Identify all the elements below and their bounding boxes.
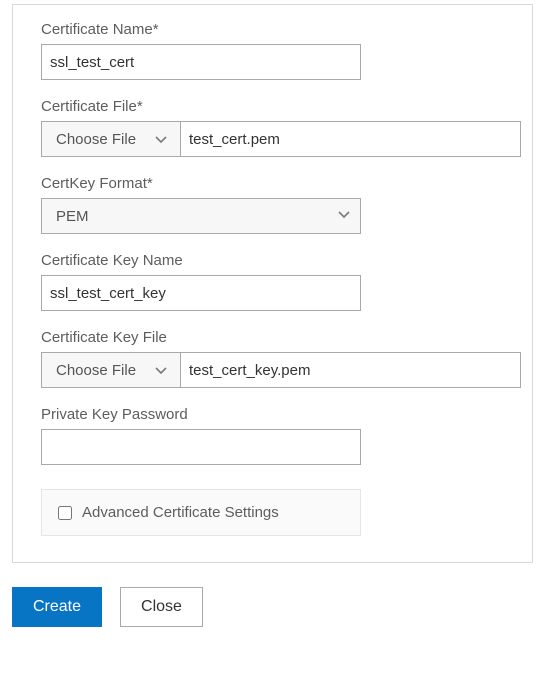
format-select[interactable]: PEM <box>41 198 361 234</box>
action-row: Create Close <box>12 587 537 627</box>
key-file-group: Certificate Key File Choose File test_ce… <box>41 329 504 388</box>
key-name-input[interactable] <box>41 275 361 311</box>
format-label: CertKey Format* <box>41 175 504 192</box>
key-file-name[interactable]: test_cert_key.pem <box>181 352 521 388</box>
key-file-label: Certificate Key File <box>41 329 504 346</box>
cert-file-row: Choose File test_cert.pem <box>41 121 521 157</box>
chevron-down-icon <box>154 132 168 146</box>
create-button[interactable]: Create <box>12 587 102 627</box>
advanced-settings-box[interactable]: Advanced Certificate Settings <box>41 489 361 536</box>
key-name-group: Certificate Key Name <box>41 252 504 311</box>
pk-password-group: Private Key Password <box>41 406 504 465</box>
key-name-label: Certificate Key Name <box>41 252 504 269</box>
chevron-down-icon <box>154 363 168 377</box>
cert-name-label: Certificate Name* <box>41 21 504 38</box>
key-file-choose-text: Choose File <box>56 362 136 379</box>
cert-file-name[interactable]: test_cert.pem <box>181 121 521 157</box>
cert-file-group: Certificate File* Choose File test_cert.… <box>41 98 504 157</box>
cert-file-choose-text: Choose File <box>56 131 136 148</box>
pk-password-label: Private Key Password <box>41 406 504 423</box>
advanced-settings-checkbox[interactable] <box>58 506 72 520</box>
pk-password-input[interactable] <box>41 429 361 465</box>
cert-name-input[interactable] <box>41 44 361 80</box>
format-group: CertKey Format* PEM <box>41 175 504 234</box>
advanced-settings-label: Advanced Certificate Settings <box>82 504 279 521</box>
certificate-form-panel: Certificate Name* Certificate File* Choo… <box>12 4 533 563</box>
close-button[interactable]: Close <box>120 587 203 627</box>
format-select-wrap: PEM <box>41 198 361 234</box>
cert-file-label: Certificate File* <box>41 98 504 115</box>
key-file-choose-button[interactable]: Choose File <box>41 352 181 388</box>
key-file-row: Choose File test_cert_key.pem <box>41 352 521 388</box>
cert-name-group: Certificate Name* <box>41 21 504 80</box>
cert-file-choose-button[interactable]: Choose File <box>41 121 181 157</box>
